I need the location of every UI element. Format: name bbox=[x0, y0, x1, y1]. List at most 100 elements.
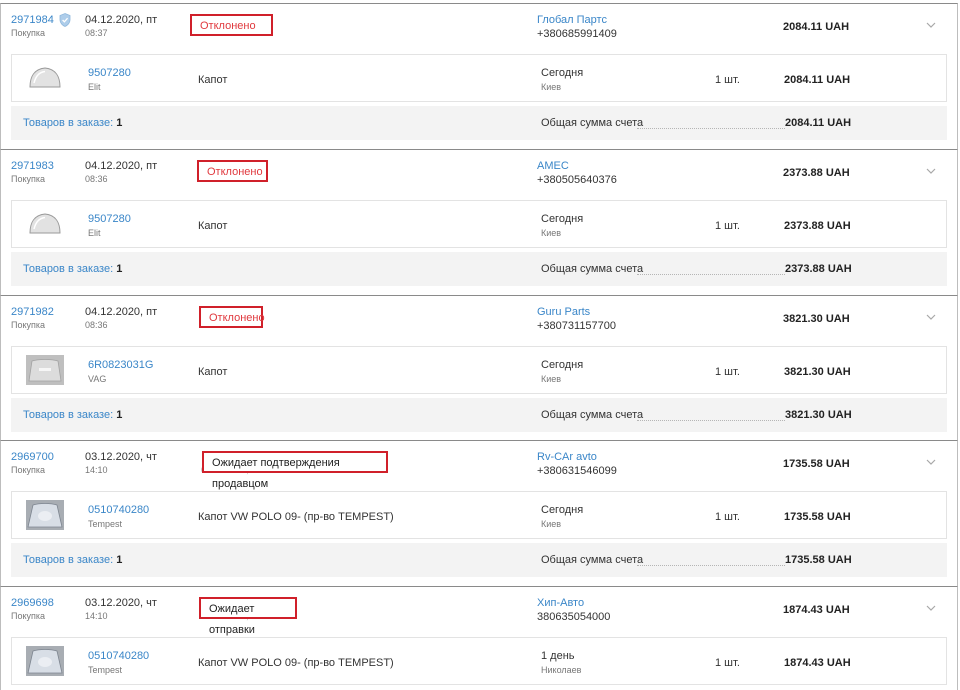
items-count-label: Товаров в заказе: bbox=[23, 554, 114, 566]
product-article-link[interactable]: 0510740280 bbox=[88, 650, 149, 662]
invoice-sum-label: Общая сумма счета bbox=[541, 409, 644, 421]
chevron-down-icon[interactable] bbox=[925, 20, 937, 30]
order-type: Покупка bbox=[11, 320, 46, 330]
order-status: Ожидает подтверждения продавцом bbox=[202, 451, 388, 490]
shield-icon bbox=[59, 13, 71, 27]
order-total: 3821.30 UAH bbox=[783, 313, 850, 325]
product-brand: Tempest bbox=[88, 665, 123, 675]
delivery-city: Киев bbox=[541, 519, 562, 529]
order-date: 03.12.2020, чт bbox=[85, 451, 157, 463]
product-name: Капот VW POLO 09- (пр-во TEMPEST) bbox=[198, 511, 394, 523]
product-brand: Elit bbox=[88, 228, 101, 238]
order-id-link[interactable]: 2971982 bbox=[11, 306, 54, 318]
invoice-sum: 1735.58 UAH bbox=[785, 554, 852, 566]
order-footer: Товаров в заказе: 1 Общая сумма счета 17… bbox=[11, 543, 947, 577]
order-date: 04.12.2020, пт bbox=[85, 160, 158, 172]
product-thumbnail bbox=[26, 355, 64, 385]
order-item-row: 9507280 Elit Капот Сегодня Киев 1 шт. 23… bbox=[11, 200, 947, 248]
order-header[interactable]: 2969698 Покупка 03.12.2020, чт 14:10 03.… bbox=[1, 587, 957, 637]
vendor-link[interactable]: Guru Parts bbox=[537, 306, 590, 318]
order-footer: Товаров в заказе: 1 Общая сумма счета 38… bbox=[11, 398, 947, 432]
product-article-link[interactable]: 6R0823031G bbox=[88, 359, 153, 371]
order-status: Ожидает отправки bbox=[199, 597, 297, 636]
items-count-label: Товаров в заказе: bbox=[23, 409, 114, 421]
order-header[interactable]: 2971983 Покупка 04.12.2020, пт 08:36 Отк… bbox=[1, 150, 957, 200]
items-count: Товаров в заказе: 1 bbox=[23, 263, 122, 275]
order-card: 2971982 Покупка 04.12.2020, пт 08:36 Отк… bbox=[0, 295, 958, 441]
order-time: 14:10 bbox=[85, 465, 108, 475]
order-total: 1874.43 UAH bbox=[783, 604, 850, 616]
order-status: Отклонено bbox=[199, 306, 265, 328]
order-id-link[interactable]: 2971983 bbox=[11, 160, 54, 172]
product-article-link[interactable]: 9507280 bbox=[88, 67, 131, 79]
chevron-down-icon[interactable] bbox=[925, 312, 937, 322]
invoice-sum: 2373.88 UAH bbox=[785, 263, 852, 275]
order-date: 04.12.2020, пт bbox=[85, 306, 158, 318]
product-article-link[interactable]: 0510740280 bbox=[88, 504, 149, 516]
order-header[interactable]: 2971984 Покупка 04.12.2020, пт 08:37 Отк… bbox=[1, 4, 957, 54]
invoice-sum-label: Общая сумма счета bbox=[541, 263, 644, 275]
delivery-city: Киев bbox=[541, 374, 562, 384]
order-item-row: 6R0823031G VAG Капот Сегодня Киев 1 шт. … bbox=[11, 346, 947, 394]
vendor-phone: +380505640376 bbox=[537, 174, 617, 186]
delivery-city: Киев bbox=[541, 228, 562, 238]
order-total: 2373.88 UAH bbox=[783, 167, 850, 179]
items-count-value: 1 bbox=[116, 409, 123, 421]
delivery-city: Киев bbox=[541, 82, 562, 92]
order-type: Покупка bbox=[11, 174, 46, 184]
item-total: 1735.58 UAH bbox=[784, 511, 851, 523]
order-type: Покупка bbox=[11, 28, 46, 38]
items-count-value: 1 bbox=[116, 554, 123, 566]
items-count: Товаров в заказе: 1 bbox=[23, 117, 122, 129]
order-card: 2971984 Покупка 04.12.2020, пт 08:37 Отк… bbox=[0, 3, 958, 149]
product-name: Капот bbox=[198, 220, 228, 232]
chevron-down-icon[interactable] bbox=[925, 166, 937, 176]
vendor-link[interactable]: Хип-Авто bbox=[537, 597, 584, 609]
delivery-term: 1 день bbox=[541, 650, 575, 662]
vendor-link[interactable]: AMEC bbox=[537, 160, 569, 172]
order-card: 2971983 Покупка 04.12.2020, пт 08:36 Отк… bbox=[0, 149, 958, 295]
order-status: Отклонено bbox=[190, 14, 273, 36]
item-quantity: 1 шт. bbox=[715, 74, 740, 86]
vendor-phone: +380731157700 bbox=[537, 320, 617, 332]
chevron-down-icon[interactable] bbox=[925, 457, 937, 467]
order-header[interactable]: 2969700 Покупка 03.12.2020, чт 14:10 03.… bbox=[1, 441, 957, 491]
order-item-row: 0510740280 Tempest Капот VW POLO 09- (пр… bbox=[11, 491, 947, 539]
vendor-phone: +380631546099 bbox=[537, 465, 617, 477]
product-thumbnail bbox=[26, 646, 64, 676]
product-brand: Elit bbox=[88, 82, 101, 92]
item-total: 3821.30 UAH bbox=[784, 366, 851, 378]
product-article-link[interactable]: 9507280 bbox=[88, 213, 131, 225]
dotted-leader bbox=[637, 420, 785, 421]
order-total: 2084.11 UAH bbox=[783, 21, 850, 33]
item-total: 1874.43 UAH bbox=[784, 657, 851, 669]
vendor-link[interactable]: Глобал Партс bbox=[537, 14, 607, 26]
order-time: 14:10 bbox=[85, 611, 108, 621]
dotted-leader bbox=[637, 274, 785, 275]
order-time: 08:36 bbox=[85, 174, 108, 184]
order-time: 08:37 bbox=[85, 28, 108, 38]
product-name: Капот bbox=[198, 366, 228, 378]
order-id-link[interactable]: 2969700 bbox=[11, 451, 54, 463]
items-count-value: 1 bbox=[116, 117, 123, 129]
order-header[interactable]: 2971982 Покупка 04.12.2020, пт 08:36 Отк… bbox=[1, 296, 957, 346]
item-quantity: 1 шт. bbox=[715, 657, 740, 669]
vendor-link[interactable]: Rv-CAr avto bbox=[537, 451, 597, 463]
order-footer: Товаров в заказе: 1 Общая сумма счета 23… bbox=[11, 252, 947, 286]
delivery-term: Сегодня bbox=[541, 67, 584, 79]
order-item-row: 0510740280 Tempest Капот VW POLO 09- (пр… bbox=[11, 637, 947, 685]
invoice-sum-label: Общая сумма счета bbox=[541, 554, 644, 566]
order-card: 2969700 Покупка 03.12.2020, чт 14:10 03.… bbox=[0, 440, 958, 586]
order-id-link[interactable]: 2969698 bbox=[11, 597, 54, 609]
order-id-link[interactable]: 2971984 bbox=[11, 14, 54, 26]
delivery-term: Сегодня bbox=[541, 359, 584, 371]
order-date: 03.12.2020, чт bbox=[85, 597, 157, 609]
product-thumbnail bbox=[29, 67, 61, 88]
invoice-sum: 2084.11 UAH bbox=[785, 117, 852, 129]
items-count-label: Товаров в заказе: bbox=[23, 117, 114, 129]
chevron-down-icon[interactable] bbox=[925, 603, 937, 613]
product-brand: VAG bbox=[88, 374, 107, 384]
invoice-sum: 3821.30 UAH bbox=[785, 409, 852, 421]
product-name: Капот bbox=[198, 74, 228, 86]
items-count: Товаров в заказе: 1 bbox=[23, 409, 122, 421]
